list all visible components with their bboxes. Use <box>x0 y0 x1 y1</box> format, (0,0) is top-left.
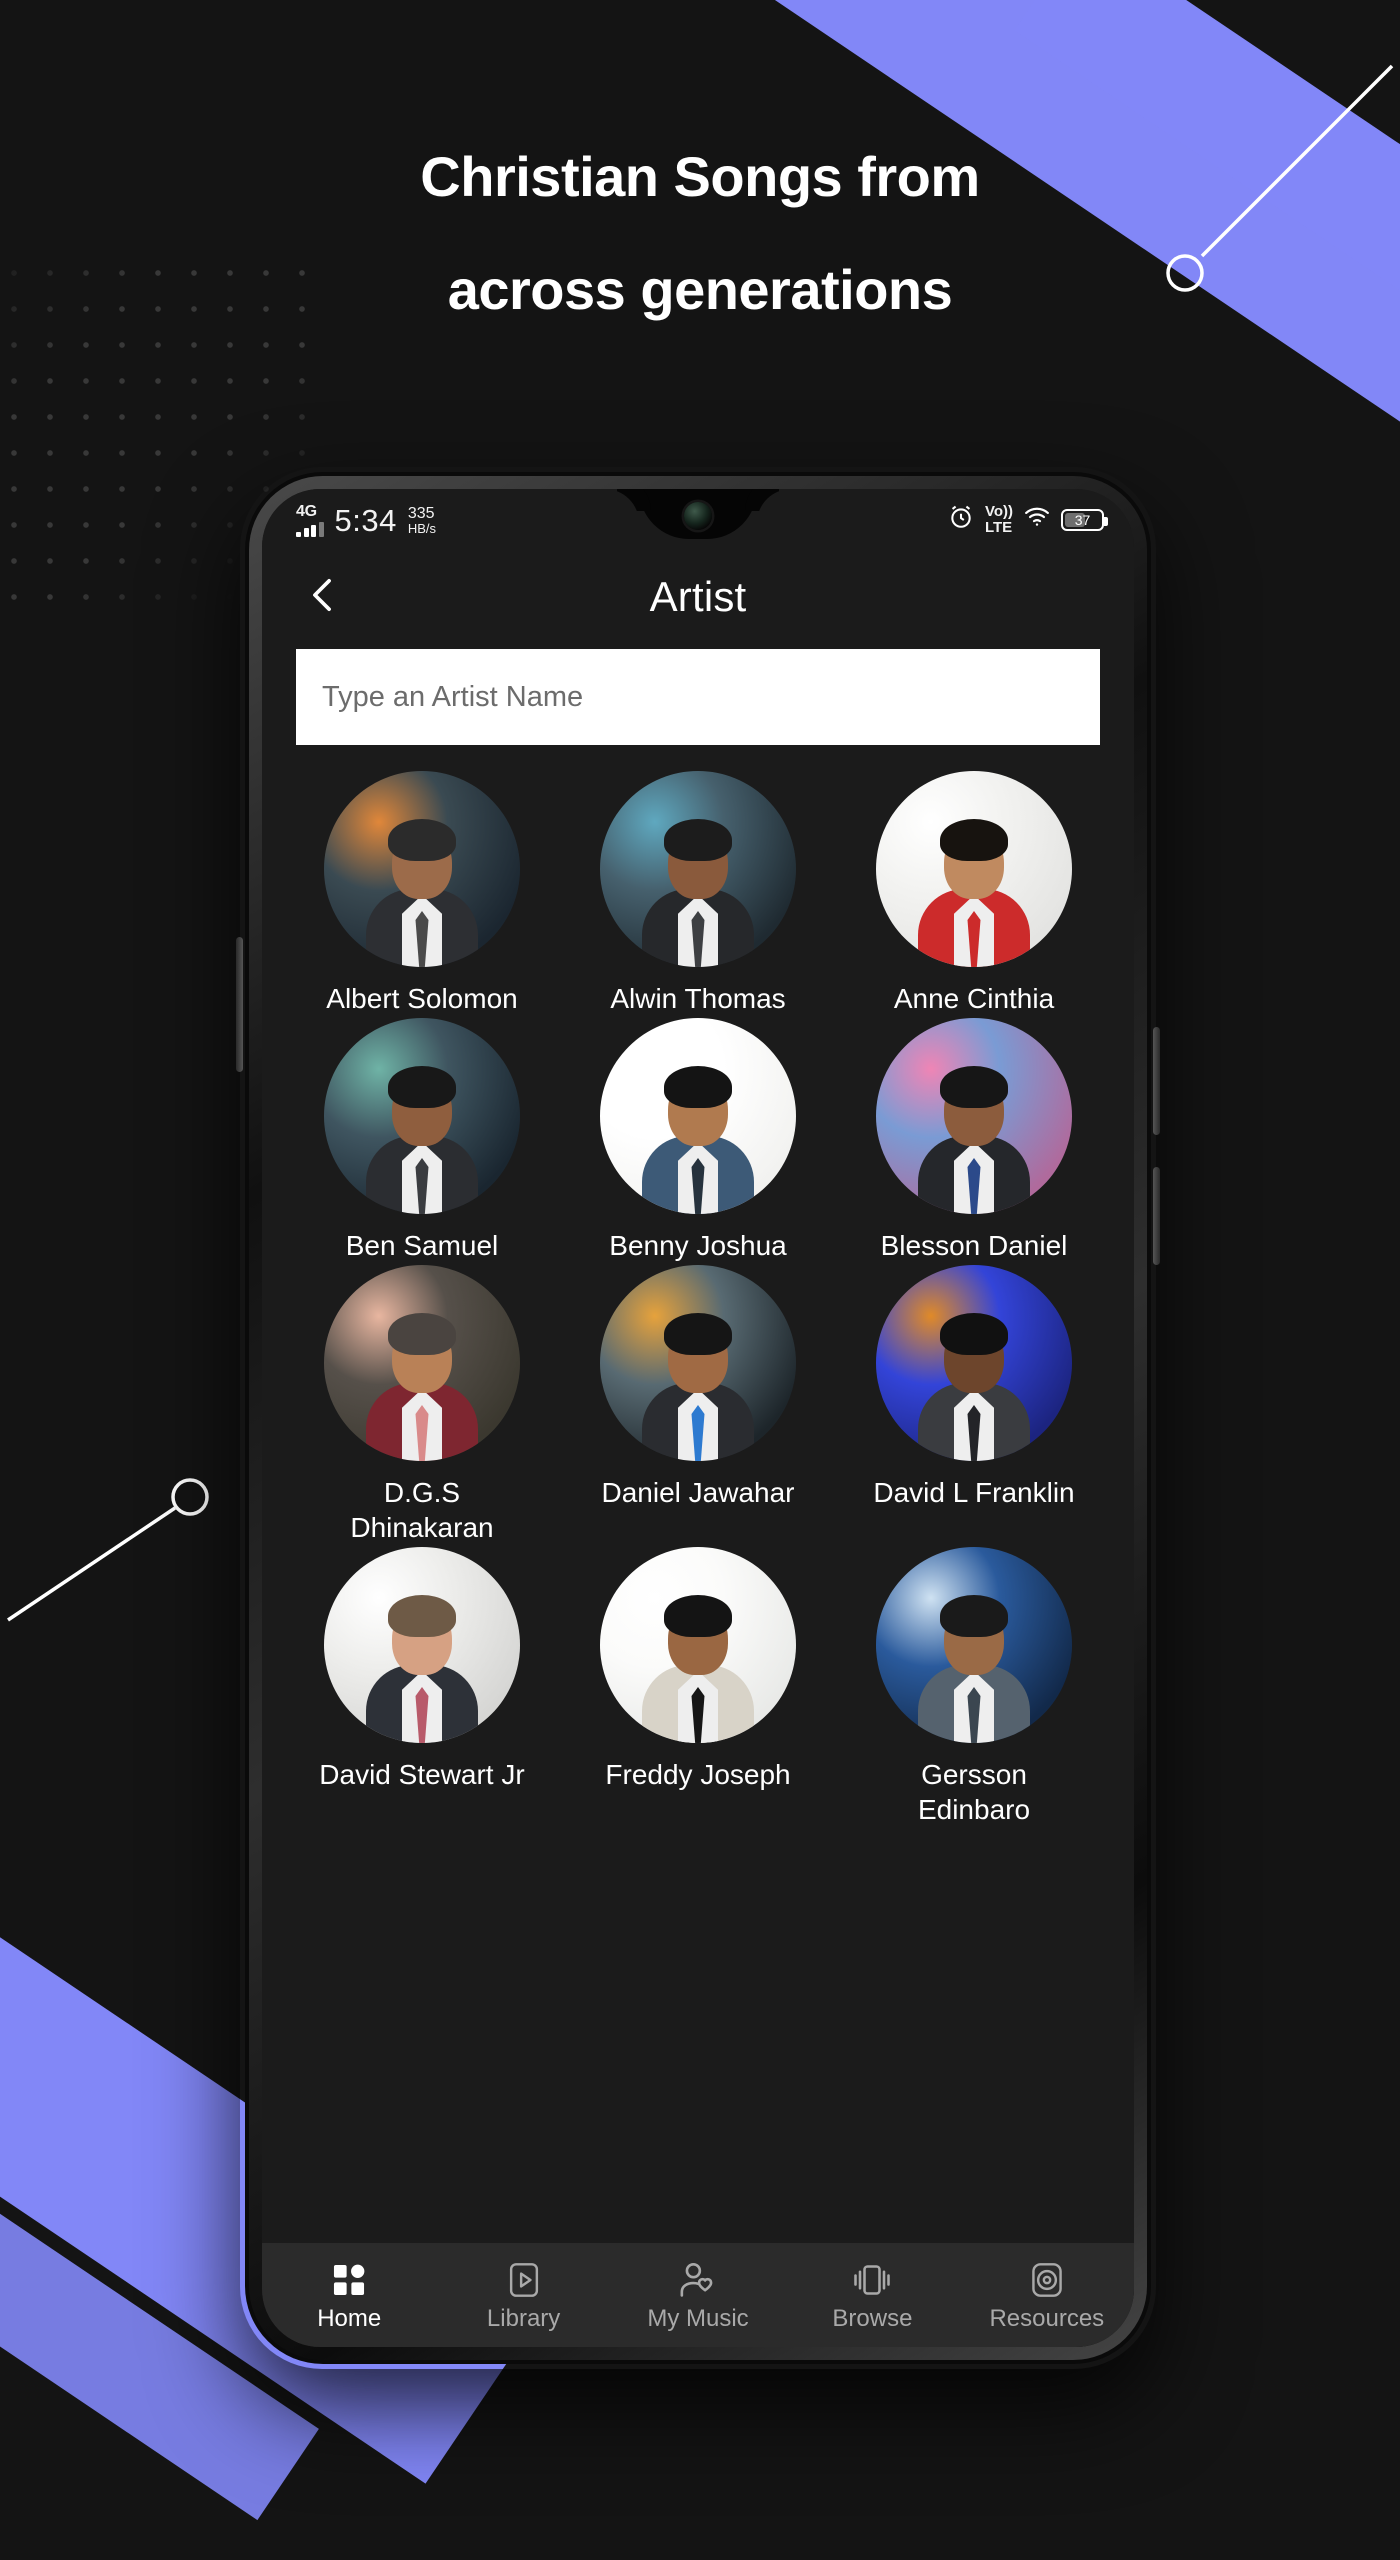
artist-card[interactable]: David Stewart Jr <box>290 1547 554 1827</box>
artist-avatar <box>600 771 796 967</box>
phone-mockup: 4G 5:34 335 HB/s Vo)) LTE 37 Artist Type… <box>236 467 1160 2369</box>
battery-icon: 37 <box>1061 509 1108 531</box>
grid-dashboard-icon <box>330 2260 368 2300</box>
artist-name: Anne Cinthia <box>893 983 1055 1014</box>
artist-name: Albert Solomon <box>326 983 518 1014</box>
circle-line-decoration-bottom-left <box>0 1450 230 1680</box>
tab-library[interactable]: Library <box>436 2260 610 2331</box>
artist-card[interactable]: Blesson Daniel <box>842 1018 1106 1263</box>
artist-avatar <box>600 1547 796 1743</box>
front-camera-icon <box>684 502 712 530</box>
artist-avatar <box>324 1265 520 1461</box>
artist-card[interactable]: Ben Samuel <box>290 1018 554 1263</box>
power-button <box>1153 1167 1160 1265</box>
sim-tray <box>236 937 243 1072</box>
artist-name: Freddy Joseph <box>605 1759 791 1790</box>
volume-button <box>1153 1027 1160 1135</box>
artist-card[interactable]: Benny Joshua <box>566 1018 830 1263</box>
artist-name: Gersson Edinbaro <box>917 1759 1031 1825</box>
app-screen: 4G 5:34 335 HB/s Vo)) LTE 37 Artist Type… <box>262 489 1134 2347</box>
volte-top-label: Vo)) <box>984 503 1013 521</box>
battery-percent-label: 37 <box>1074 512 1091 528</box>
card-stack-icon <box>851 2260 893 2300</box>
artist-card[interactable]: Alwin Thomas <box>566 771 830 1016</box>
search-container <box>262 643 1134 745</box>
artist-card[interactable]: Daniel Jawahar <box>566 1265 830 1545</box>
tab-resources[interactable]: Resources <box>960 2260 1134 2331</box>
tab-label: Home <box>317 2304 382 2332</box>
alarm-clock-icon <box>948 504 974 536</box>
artist-avatar <box>600 1265 796 1461</box>
disc-record-icon <box>1029 2260 1065 2300</box>
artist-name: Alwin Thomas <box>610 983 786 1014</box>
artist-name: David L Franklin <box>873 1477 1075 1508</box>
artist-avatar <box>324 1547 520 1743</box>
headline-line-2: across generations <box>447 258 953 321</box>
bottom-navigation-bar: Home Library My Music Browse Resources <box>262 2243 1134 2347</box>
tab-label: Library <box>486 2304 561 2332</box>
tab-my-music[interactable]: My Music <box>611 2260 785 2331</box>
tab-browse[interactable]: Browse <box>785 2260 959 2331</box>
headline-line-1: Christian Songs from <box>420 145 980 208</box>
artist-name: David Stewart Jr <box>319 1759 525 1790</box>
network-speed-indicator: 335 HB/s <box>408 505 436 536</box>
artist-avatar <box>324 1018 520 1214</box>
artist-grid-scroll[interactable]: Albert Solomon Alwin Thomas Anne Cinthia Be… <box>262 745 1134 2243</box>
tab-label: Browse <box>832 2304 913 2332</box>
phone-screen: 4G 5:34 335 HB/s Vo)) LTE 37 Artist Type… <box>262 489 1134 2347</box>
play-rect-icon <box>507 2260 541 2300</box>
artist-card[interactable]: Anne Cinthia <box>842 771 1106 1016</box>
volte-icon: Vo)) LTE <box>985 504 1013 536</box>
artist-avatar <box>324 771 520 967</box>
artist-grid: Albert Solomon Alwin Thomas Anne Cinthia Be… <box>290 771 1106 1827</box>
network-speed-unit: HB/s <box>407 521 437 537</box>
network-speed-value: 335 <box>407 505 435 523</box>
artist-name: Daniel Jawahar <box>601 1477 795 1508</box>
artist-avatar <box>600 1018 796 1214</box>
artist-avatar <box>876 1018 1072 1214</box>
artist-name: Ben Samuel <box>345 1230 499 1261</box>
artist-avatar <box>876 1265 1072 1461</box>
artist-card[interactable]: Freddy Joseph <box>566 1547 830 1827</box>
promo-banner: Christian Songs from across generations … <box>0 0 1400 2560</box>
search-input[interactable] <box>296 649 1100 745</box>
artist-card[interactable]: Gersson Edinbaro <box>842 1547 1106 1827</box>
notch-area <box>573 489 823 549</box>
artist-card[interactable]: D.G.S Dhinakaran <box>290 1265 554 1545</box>
artist-card[interactable]: David L Franklin <box>842 1265 1106 1545</box>
screen-title: Artist <box>649 573 747 620</box>
tab-label: Resources <box>989 2304 1105 2332</box>
artist-card[interactable]: Albert Solomon <box>290 771 554 1016</box>
artist-name: D.G.S Dhinakaran <box>350 1477 494 1543</box>
cellular-signal-icon: 4G <box>296 502 324 537</box>
person-heart-icon <box>678 2260 718 2300</box>
clock-time: 5:34 <box>334 502 397 538</box>
artist-avatar <box>876 771 1072 967</box>
page-title: Christian Songs from across generations <box>0 120 1400 346</box>
tab-home[interactable]: Home <box>262 2260 436 2331</box>
volte-bottom-label: LTE <box>984 519 1013 536</box>
tab-label: My Music <box>647 2304 749 2332</box>
artist-avatar <box>876 1547 1072 1743</box>
artist-name: Benny Joshua <box>609 1230 787 1261</box>
artist-name: Blesson Daniel <box>880 1230 1068 1261</box>
app-bar: Artist <box>262 551 1134 643</box>
wifi-icon <box>1024 507 1050 533</box>
network-type-label: 4G <box>296 502 317 520</box>
